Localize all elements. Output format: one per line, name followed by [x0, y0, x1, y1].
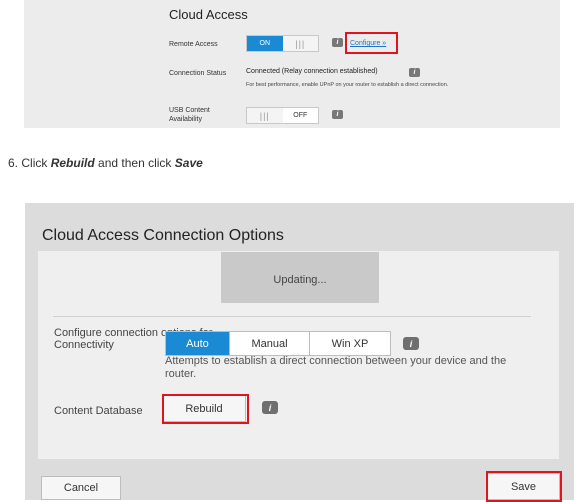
- connection-options-dialog: Cloud Access Connection Options Configur…: [25, 203, 574, 502]
- step-text-before: Click: [21, 156, 48, 170]
- usb-content-label-line1: USB Content: [169, 107, 210, 114]
- dialog-title: Cloud Access Connection Options: [42, 227, 284, 244]
- cancel-button[interactable]: Cancel: [41, 476, 121, 500]
- remote-access-toggle[interactable]: ON |||: [246, 35, 319, 52]
- updating-text: Updating...: [273, 274, 327, 286]
- content-database-info-icon[interactable]: i: [262, 401, 278, 414]
- toggle-on-label: ON: [247, 36, 283, 51]
- usb-content-label: USB Content Availability: [169, 106, 210, 124]
- connection-status-value: Connected (Relay connection established): [246, 68, 378, 75]
- step-action-rebuild: Rebuild: [50, 156, 95, 170]
- toggle-off-label: OFF: [293, 112, 308, 119]
- step-number: 6.: [8, 156, 19, 170]
- cloud-access-title: Cloud Access: [169, 7, 248, 22]
- usb-content-label-line2: Availability: [169, 116, 202, 123]
- save-highlight: [486, 471, 562, 502]
- section-divider: [53, 316, 531, 317]
- connection-status-info-icon[interactable]: i: [409, 68, 420, 77]
- usb-content-info-icon[interactable]: i: [332, 110, 343, 119]
- connectivity-option-auto[interactable]: Auto: [166, 332, 230, 355]
- rebuild-highlight: [162, 394, 249, 424]
- connectivity-option-winxp[interactable]: Win XP: [310, 332, 390, 355]
- dialog-content: Configure connection options for Updatin…: [38, 251, 559, 459]
- connectivity-info-icon[interactable]: i: [403, 337, 419, 350]
- connection-status-label: Connection Status: [169, 70, 227, 77]
- connectivity-label: Connectivity: [54, 339, 114, 351]
- connectivity-hint: Attempts to establish a direct connectio…: [165, 355, 507, 380]
- cloud-access-panel: Cloud Access Remote Access ON ||| i Conf…: [24, 0, 560, 128]
- connectivity-option-manual[interactable]: Manual: [230, 332, 310, 355]
- configure-highlight: [345, 32, 398, 54]
- connectivity-selector: Auto Manual Win XP: [165, 331, 391, 356]
- step-action-save: Save: [174, 156, 203, 170]
- remote-access-label: Remote Access: [169, 41, 218, 48]
- connection-status-note: For best performance, enable UPnP on you…: [246, 82, 449, 88]
- toggle-grip-icon: |||: [282, 36, 318, 51]
- step-text-middle: and then click: [98, 156, 172, 170]
- content-database-label: Content Database: [54, 405, 143, 417]
- instruction-step: 6. Click Rebuild and then click Save: [8, 156, 203, 170]
- remote-access-info-icon[interactable]: i: [332, 38, 343, 47]
- toggle-grip-icon: |||: [247, 108, 283, 123]
- usb-content-toggle[interactable]: ||| OFF: [246, 107, 319, 124]
- updating-overlay: Updating...: [221, 252, 379, 303]
